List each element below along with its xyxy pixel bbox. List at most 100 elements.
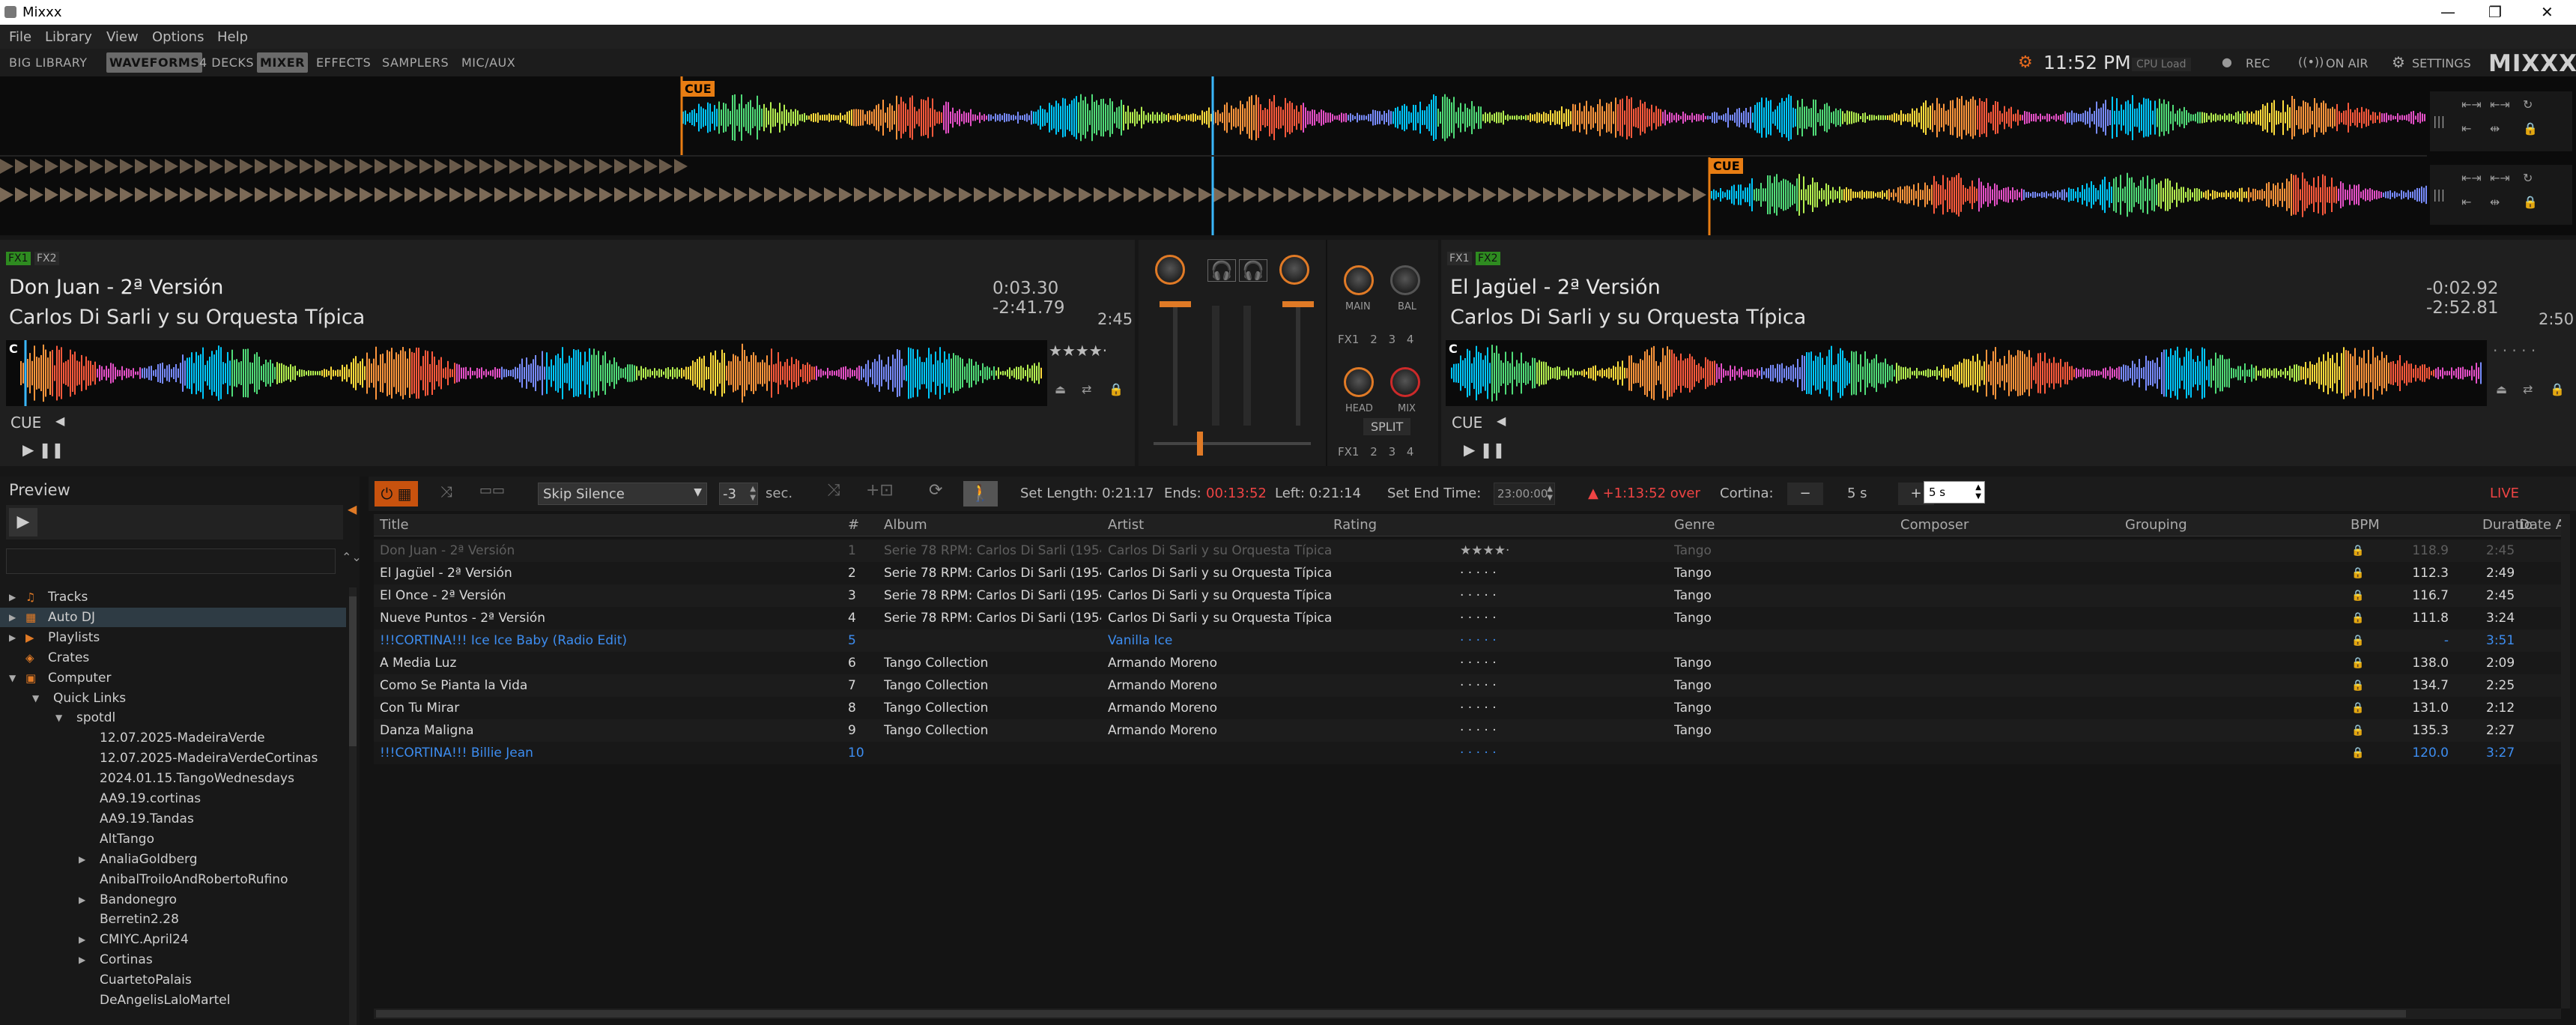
sidebar-item[interactable]: 12.07.2025-MadeiraVerdeCortinas [0,749,346,768]
deck1-eject-icon[interactable]: ⏏ [1055,382,1066,396]
align-left-icon[interactable]: ⇤ [2461,121,2471,136]
deck2-lock-icon[interactable]: 🔒 [2550,382,2565,396]
table-row[interactable]: A Media Luz 6 Tango Collection Armando More… [374,652,2561,674]
set-end-time-input[interactable]: 23:00:00 ▲ ▼ [1494,483,1555,505]
deck1-fader-handle[interactable] [1160,301,1191,307]
big-library-button[interactable]: BIG LIBRARY [6,52,91,73]
fx3-main-button[interactable]: 3 [1389,333,1396,346]
lock-icon[interactable]: 🔒 [2523,195,2538,209]
samplers-button[interactable]: SAMPLERS [379,52,452,73]
col-composer[interactable]: Composer [1900,517,1969,533]
sync-icon-2[interactable]: ⇤⇥ [2490,97,2510,112]
deck2-waveform[interactable]: C [1446,340,2487,406]
menu-options[interactable]: Options [152,29,204,45]
deck1-waveform[interactable]: C [6,340,1047,406]
deck2-fx1-button[interactable]: FX1 [1447,252,1472,265]
deck1-cue-button[interactable]: CUE [10,414,41,432]
col-grouping[interactable]: Grouping [2125,517,2187,533]
split-button[interactable]: SPLIT [1363,418,1411,435]
waveforms-button[interactable]: WAVEFORMS [106,52,203,73]
walk-person-icon[interactable]: 🚶 [963,481,998,507]
minimize-button[interactable]: — [2440,3,2455,21]
add-random-icon[interactable]: ▭▭ [479,483,505,498]
bpm-lock-icon[interactable]: 🔒 [2351,674,2364,697]
col-genre[interactable]: Genre [1674,517,1715,533]
headphone-mix-knob[interactable] [1390,367,1420,397]
align-left-icon[interactable]: ⇤ [2461,195,2471,209]
lock-icon[interactable]: 🔒 [2523,121,2538,136]
beat-grid-icon[interactable]: ||| [2433,187,2445,202]
headphone-gain-knob[interactable] [1344,367,1374,397]
beat-grid-icon[interactable]: ||| [2433,114,2445,128]
deck1-repeat-icon[interactable]: ⇄ [1082,382,1091,396]
col-bpm[interactable]: BPM [2351,517,2380,533]
sync-icon-2[interactable]: ⇤⇥ [2490,171,2510,185]
on-air-button[interactable]: ON AIR [2326,56,2368,70]
crossfader-track[interactable] [1154,442,1311,445]
effects-button[interactable]: EFFECTS [313,52,374,73]
bpm-lock-icon[interactable]: 🔒 [2351,697,2364,719]
table-row[interactable]: Nueve Puntos - 2ª Versión 4 Serie 78 RPM: … [374,607,2561,629]
mic-aux-button[interactable]: MIC/AUX [458,52,518,73]
table-row[interactable]: !!!CORTINA!!! Billie Jean 10 · · · · · 120.… [374,742,2561,764]
deck1-play-pause-button[interactable]: ▶ ❚❚ [22,441,64,459]
sidebar-item[interactable]: ▶ ♫ Tracks [0,587,346,607]
shuffle-icon[interactable]: ⤨ [440,483,452,501]
expand-arrow-icon[interactable]: ▶ [79,950,85,970]
sidebar-item[interactable]: AA9.19.cortinas [0,789,346,808]
deck2-fx2-button[interactable]: FX2 [1476,252,1500,265]
deck2-cue-button[interactable]: CUE [1452,414,1482,432]
table-v-scrollbar[interactable] [2561,514,2570,1009]
expand-arrow-icon[interactable]: ▶ [9,608,16,627]
sidebar-item[interactable]: ▶ ▦ Auto DJ [0,607,346,627]
deck1-rating[interactable]: ★★★★· [1049,342,1107,360]
deck2-gain-knob[interactable] [1279,255,1309,285]
table-row[interactable]: El Once - 2ª Versión 3 Serie 78 RPM: Carlo… [374,584,2561,607]
bpm-lock-icon[interactable]: 🔒 [2351,742,2364,764]
align-icon[interactable]: ⇹ [2490,195,2500,209]
sidebar-item[interactable]: 2024.01.15.TangoWednesdays [0,769,346,788]
sidebar-item[interactable]: AnibalTroiloAndRobertoRufino [0,870,346,889]
rec-button[interactable]: REC [2246,56,2270,70]
cortina-length-input[interactable]: 5 s ▲ ▼ [1924,481,1985,504]
deck2-play-pause-button[interactable]: ▶ ❚❚ [1464,441,1505,459]
menu-library[interactable]: Library [45,29,92,45]
fade-now-icon[interactable]: ⤨ [827,481,840,500]
table-row[interactable]: Como Se Pianta la Vida 7 Tango Collection A… [374,674,2561,697]
deck2-eject-icon[interactable]: ⏏ [2496,382,2507,396]
preview-play-button[interactable]: ▶ [9,508,37,536]
waveform-area[interactable]: CUE CUE ||| ⇤⇥ ⇤⇥ ↻ ⇤ ⇹ 🔒 ||| ⇤⇥ ⇤⇥ ↻ ⇤ … [0,76,2576,235]
main-gain-knob[interactable] [1344,265,1374,295]
deck2-reverse-icon[interactable]: ◀ [1497,414,1506,428]
bpm-lock-icon[interactable]: 🔒 [2351,719,2364,742]
sidebar-item[interactable]: AA9.19.Tandas [0,809,346,829]
headphone-icon-2[interactable]: 🎧 [1239,259,1267,282]
sidebar-item[interactable]: ▼ spotdl [0,708,346,728]
sidebar-item[interactable]: ▶ AnaliaGoldberg [0,850,346,869]
expand-arrow-icon[interactable]: ▶ [9,628,16,647]
sync-icon[interactable]: ⇤⇥ [2461,171,2482,185]
deck2-rating[interactable]: · · · · · [2493,342,2536,360]
expand-arrow-icon[interactable]: ▼ [55,708,62,728]
search-sort-icon[interactable]: ⌃⌄ [342,550,362,564]
maximize-button[interactable]: ❐ [2488,3,2502,21]
balance-knob[interactable] [1390,265,1420,295]
autodj-enable-button[interactable]: ⏻ ▦ [375,481,418,507]
bpm-lock-icon[interactable]: 🔒 [2351,629,2364,652]
sidebar-item[interactable]: Berretin2.28 [0,910,346,929]
deck2-repeat-icon[interactable]: ⇄ [2523,382,2533,396]
expand-arrow-icon[interactable]: ▶ [79,850,85,869]
library-search-input[interactable] [6,548,336,574]
expand-arrow-icon[interactable]: ▶ [9,587,16,607]
sidebar-item[interactable]: ◈ Crates [0,648,346,668]
align-icon[interactable]: ⇹ [2490,121,2500,136]
headphone-icon-1[interactable]: 🎧 [1207,259,1236,282]
bpm-lock-icon[interactable]: 🔒 [2351,562,2364,584]
skip-silence-select[interactable]: Skip Silence ▼ [538,483,707,505]
four-decks-button[interactable]: 4 DECKS [196,52,257,73]
sidebar-scrollbar-thumb[interactable] [349,596,357,746]
sidebar-item[interactable]: ▼ ▣ Computer [0,668,346,688]
scrolling-waveforms[interactable] [0,76,2576,235]
fx2-main-button[interactable]: 2 [1370,333,1378,346]
preview-arrow-icon[interactable]: ◀ [348,502,357,516]
